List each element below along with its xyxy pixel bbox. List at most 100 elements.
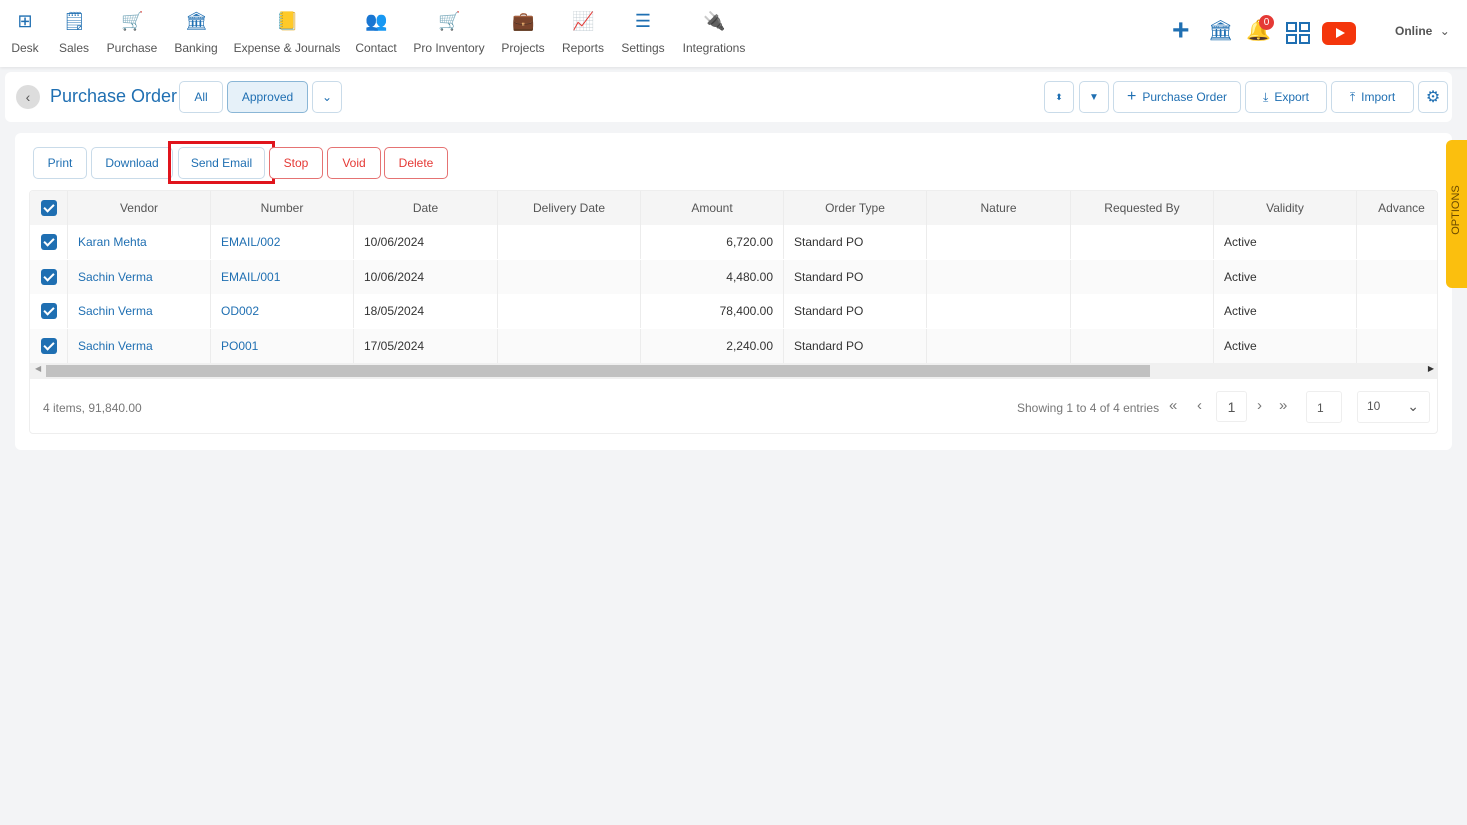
cell-amount: 6,720.00 xyxy=(641,225,784,259)
contact-icon: 👥 xyxy=(364,11,388,31)
column-header[interactable]: Requested By xyxy=(1071,191,1214,225)
row-checkbox[interactable] xyxy=(41,234,57,250)
page-size-select[interactable]: 10 ⌄ xyxy=(1357,391,1430,423)
nav-label: Settings xyxy=(621,41,665,55)
filter-button[interactable]: ▼ xyxy=(1079,81,1109,113)
import-button[interactable]: ⤒ Import xyxy=(1331,81,1414,113)
bank-transfer-icon[interactable]: 🏛 xyxy=(1208,18,1233,43)
nav-settings[interactable]: ☰ Settings xyxy=(621,10,664,55)
cell-number[interactable]: OD002 xyxy=(211,294,354,328)
nav-contact[interactable]: 👥 Contact xyxy=(355,10,396,55)
table-summary: 4 items, 91,840.00 xyxy=(43,401,142,415)
nav-desk[interactable]: ⊞ Desk xyxy=(11,10,38,55)
table-row[interactable]: Sachin Verma EMAIL/001 10/06/2024 4,480.00 S… xyxy=(30,259,1437,294)
cell-number[interactable]: PO001 xyxy=(211,328,354,363)
bank-icon: 🏛 xyxy=(185,11,208,31)
column-header[interactable]: Delivery Date xyxy=(498,191,641,225)
sort-icon: ⬍ xyxy=(1055,91,1063,102)
sales-icon: 🗒 xyxy=(63,11,86,31)
cell-vendor[interactable]: Sachin Verma xyxy=(68,294,211,328)
last-page-icon[interactable]: » xyxy=(1279,397,1287,414)
column-header[interactable]: Vendor xyxy=(68,191,211,225)
scroll-left-icon[interactable]: ◀ xyxy=(35,364,41,373)
apps-grid-icon[interactable] xyxy=(1286,22,1310,44)
cell-number[interactable]: EMAIL/001 xyxy=(211,259,354,294)
column-header[interactable]: Number xyxy=(211,191,354,225)
notification-badge: 0 xyxy=(1259,15,1274,30)
cell-type: Standard PO xyxy=(784,225,927,259)
nav-sales[interactable]: 🗒 Sales xyxy=(59,10,89,55)
table-row[interactable]: Sachin Verma PO001 17/05/2024 2,240.00 Stand… xyxy=(30,328,1437,363)
nav-expense-journals[interactable]: 📒 Expense & Journals xyxy=(234,10,341,55)
cell-advance xyxy=(1357,225,1437,259)
download-button[interactable]: Download xyxy=(91,147,173,179)
nav-label: Banking xyxy=(174,41,218,55)
row-select-cell xyxy=(30,294,68,328)
nav-pro-inventory[interactable]: 🛒 Pro Inventory xyxy=(413,10,484,55)
status-filter-dropdown[interactable]: ⌄ xyxy=(312,81,342,113)
scrollbar-thumb[interactable] xyxy=(46,365,1150,377)
cell-date: 17/05/2024 xyxy=(354,328,498,363)
youtube-icon[interactable] xyxy=(1322,22,1356,45)
send-email-button[interactable]: Send Email xyxy=(178,147,265,179)
current-page[interactable]: 1 xyxy=(1216,391,1247,422)
table-header: Vendor Number Date Delivery Date Amount Order… xyxy=(30,191,1437,225)
nav-label: Expense & Journals xyxy=(233,41,341,55)
cart-icon: 🛒 xyxy=(120,11,144,31)
nav-integrations[interactable]: 🔌 Integrations xyxy=(683,10,746,55)
table-row[interactable]: Sachin Verma OD002 18/05/2024 78,400.00 Stan… xyxy=(30,294,1437,328)
void-button[interactable]: Void xyxy=(327,147,381,179)
status-dropdown[interactable]: Online ⌄ xyxy=(1395,24,1450,38)
row-select-cell xyxy=(30,259,68,294)
prev-page-icon[interactable]: ‹ xyxy=(1197,397,1202,414)
nav-banking[interactable]: 🏛 Banking xyxy=(174,10,217,55)
select-all-checkbox[interactable] xyxy=(41,200,57,216)
export-button[interactable]: ⤓ Export xyxy=(1245,81,1327,113)
column-header[interactable]: Amount xyxy=(641,191,784,225)
nav-label: Purchase xyxy=(106,41,158,55)
cell-amount: 4,480.00 xyxy=(641,259,784,294)
nav-projects[interactable]: 💼 Projects xyxy=(501,10,544,55)
column-header[interactable]: Validity xyxy=(1214,191,1357,225)
column-header[interactable]: Advance xyxy=(1357,191,1437,225)
column-header[interactable]: Order Type xyxy=(784,191,927,225)
back-button[interactable]: ‹ xyxy=(16,85,40,109)
cell-number[interactable]: EMAIL/002 xyxy=(211,225,354,259)
projects-icon: 💼 xyxy=(511,11,535,31)
nav-label: Sales xyxy=(58,41,90,55)
page-title: Purchase Order xyxy=(50,86,178,106)
horizontal-scrollbar[interactable]: ◀ ▶ xyxy=(30,363,1437,379)
column-header[interactable]: Nature xyxy=(927,191,1071,225)
scroll-right-icon[interactable]: ▶ xyxy=(1428,364,1434,373)
journal-icon: 📒 xyxy=(275,11,299,31)
nav-reports[interactable]: 📈 Reports xyxy=(562,10,604,55)
cell-vendor[interactable]: Sachin Verma xyxy=(68,259,211,294)
cell-validity: Active xyxy=(1214,294,1357,328)
cell-date: 10/06/2024 xyxy=(354,225,498,259)
cell-vendor[interactable]: Sachin Verma xyxy=(68,328,211,363)
column-header[interactable]: Date xyxy=(354,191,498,225)
settings-button[interactable]: ⚙ xyxy=(1418,81,1448,113)
next-page-icon[interactable]: › xyxy=(1257,397,1262,414)
sort-button[interactable]: ⬍ xyxy=(1044,81,1074,113)
delete-button[interactable]: Delete xyxy=(384,147,448,179)
cell-nature xyxy=(927,294,1071,328)
cell-requested xyxy=(1071,328,1214,363)
options-tab[interactable]: OPTIONS xyxy=(1446,140,1467,288)
cell-vendor[interactable]: Karan Mehta xyxy=(68,225,211,259)
add-icon[interactable]: + xyxy=(1172,14,1190,48)
goto-page-input[interactable]: 1 xyxy=(1306,391,1342,423)
first-page-icon[interactable]: « xyxy=(1169,397,1177,414)
row-checkbox[interactable] xyxy=(41,303,57,319)
tab-approved[interactable]: Approved xyxy=(227,81,308,113)
export-label: Export xyxy=(1274,90,1309,104)
row-checkbox[interactable] xyxy=(41,337,57,354)
print-button[interactable]: Print xyxy=(33,147,87,179)
tab-all[interactable]: All xyxy=(179,81,223,113)
new-purchase-order-button[interactable]: + Purchase Order xyxy=(1113,81,1241,113)
cell-nature xyxy=(927,328,1071,363)
stop-button[interactable]: Stop xyxy=(269,147,323,179)
row-checkbox[interactable] xyxy=(41,268,57,285)
table-row[interactable]: Karan Mehta EMAIL/002 10/06/2024 6,720.00 St… xyxy=(30,225,1437,259)
nav-purchase[interactable]: 🛒 Purchase xyxy=(107,10,158,55)
